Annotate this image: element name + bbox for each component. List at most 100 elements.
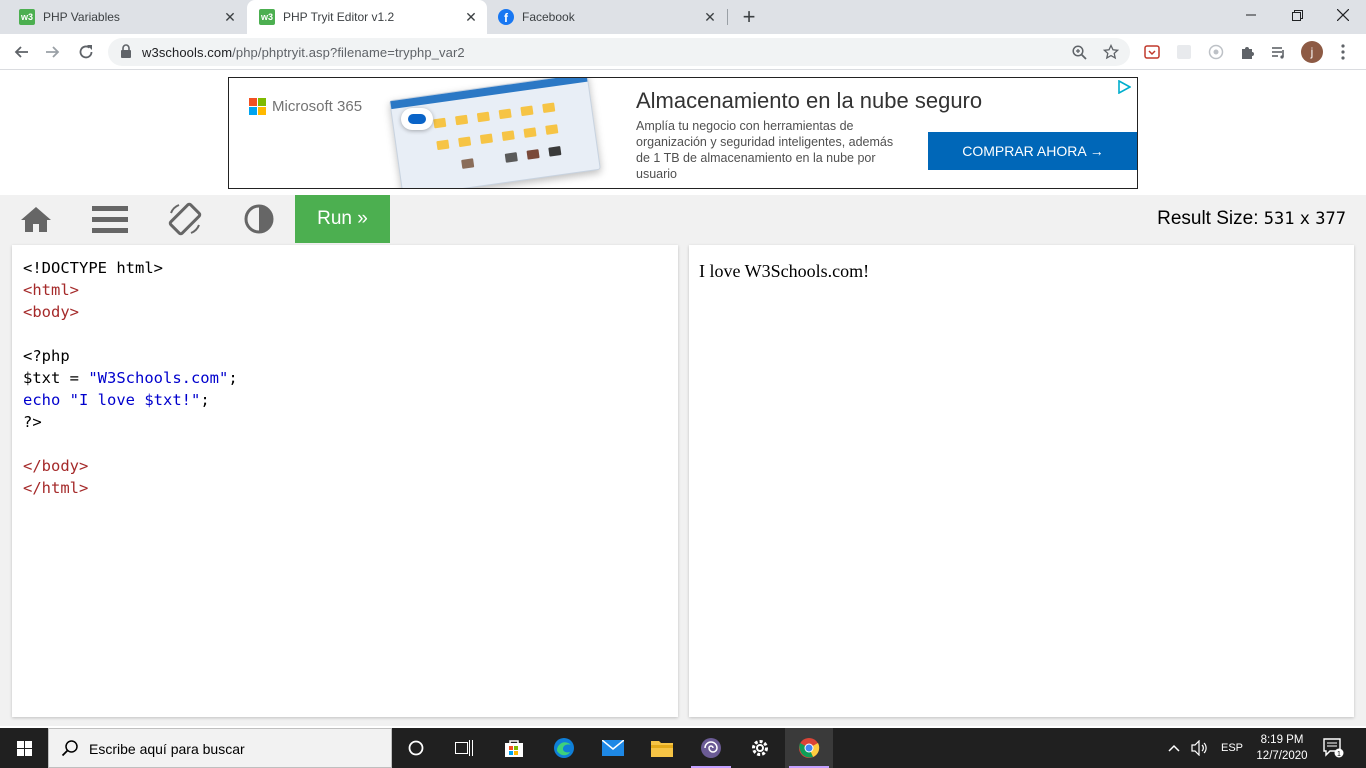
result-height: 377 [1315, 209, 1346, 229]
chrome-icon[interactable] [785, 728, 833, 768]
home-icon[interactable] [6, 195, 66, 243]
code-token: </html> [23, 479, 89, 497]
ad-buy-now-button[interactable]: COMPRAR AHORA → [928, 132, 1137, 170]
code-line: <?php [23, 345, 238, 367]
code-token: <!DOCTYPE html> [23, 259, 163, 277]
pocket-extension-icon[interactable] [1142, 42, 1162, 62]
zoom-icon[interactable] [1070, 43, 1088, 61]
w3schools-icon: w3 [259, 9, 275, 25]
close-icon[interactable]: ✕ [222, 9, 238, 25]
clock-time: 8:19 PM [1260, 734, 1304, 746]
ad-brand: Microsoft 365 [272, 98, 363, 115]
code-line: </body> [23, 455, 238, 477]
close-icon[interactable]: ✕ [702, 9, 718, 25]
mail-icon[interactable] [589, 728, 637, 768]
profile-avatar[interactable]: j [1301, 41, 1323, 63]
code-token: ; [200, 391, 210, 409]
cortana-icon[interactable] [392, 728, 440, 768]
adchoices-icon[interactable] [1117, 79, 1133, 96]
back-arrow-icon[interactable] [9, 40, 33, 64]
new-tab-button[interactable]: + [738, 4, 760, 29]
address-bar[interactable]: w3schools.com/php/phptryit.asp?filename=… [108, 38, 1130, 66]
taskbar-search-box[interactable]: Escribe aquí para buscar [48, 728, 392, 768]
file-explorer-icon[interactable] [638, 728, 686, 768]
code-token: ?> [23, 413, 42, 431]
code-line: <!DOCTYPE html> [23, 257, 238, 279]
microsoft-logo-icon [249, 98, 266, 115]
code-editor[interactable]: <!DOCTYPE html> <html> <body> <?php $txt = "… [12, 245, 678, 717]
code-text[interactable]: <!DOCTYPE html> <html> <body> <?php $txt = "… [23, 257, 238, 499]
media-queue-icon[interactable] [1269, 42, 1289, 62]
code-line: <html> [23, 279, 238, 301]
forward-arrow-icon[interactable] [41, 40, 65, 64]
search-placeholder: Escribe aquí para buscar [89, 741, 245, 757]
extension-circle-icon[interactable] [1206, 42, 1226, 62]
result-size-readout: Result Size: 531 x 377 [1157, 208, 1346, 230]
code-token: </body> [23, 457, 89, 475]
result-size-label: Result Size: [1157, 208, 1259, 229]
tab-title: Facebook [522, 10, 575, 24]
browser-toolbar: w3schools.com/php/phptryit.asp?filename=… [0, 34, 1366, 70]
code-line: $txt = "W3Schools.com"; [23, 367, 238, 389]
reload-icon[interactable] [74, 40, 98, 64]
task-view-icon[interactable] [440, 728, 488, 768]
tab-title: PHP Tryit Editor v1.2 [283, 10, 395, 24]
w3schools-icon: w3 [19, 9, 35, 25]
url-path: /php/phptryit.asp?filename=tryphp_var2 [232, 45, 465, 60]
clock-date: 12/7/2020 [1256, 750, 1308, 762]
tab-php-tryit-editor[interactable]: w3 PHP Tryit Editor v1.2 ✕ [247, 0, 487, 34]
code-token: ; [228, 369, 238, 387]
result-width: 531 [1263, 209, 1295, 229]
code-token: echo [23, 391, 70, 409]
restore-button[interactable] [1274, 0, 1320, 30]
onedrive-screenshot-image [389, 78, 601, 188]
lock-icon[interactable] [120, 44, 134, 60]
input-language-indicator[interactable]: ESP [1221, 728, 1243, 768]
close-icon[interactable]: ✕ [463, 9, 479, 25]
ad-body-text: Amplía tu negocio con herramientas de or… [636, 119, 894, 181]
microsoft-store-icon[interactable] [490, 728, 538, 768]
notification-count: 1 [1337, 751, 1341, 758]
tab-title: PHP Variables [43, 10, 120, 24]
settings-gear-icon[interactable] [736, 728, 784, 768]
code-line: echo "I love $txt!"; [23, 389, 238, 411]
code-line: <body> [23, 301, 238, 323]
minimize-button[interactable] [1228, 0, 1274, 30]
extensions-puzzle-icon[interactable] [1238, 42, 1258, 62]
tab-facebook[interactable]: f Facebook ✕ [488, 0, 726, 34]
code-line: </html> [23, 477, 238, 499]
tab-php-variables[interactable]: w3 PHP Variables ✕ [0, 0, 246, 34]
code-token: <html> [23, 281, 79, 299]
code-token: $txt = [23, 369, 89, 387]
search-icon [61, 739, 79, 757]
browser-tab-strip: w3 PHP Variables ✕ w3 PHP Tryit Editor v… [0, 0, 1366, 34]
result-frame[interactable]: I love W3Schools.com! [689, 245, 1354, 717]
result-size-separator: x [1299, 209, 1310, 229]
ad-headline: Almacenamiento en la nube seguro [636, 88, 983, 113]
result-output-text: I love W3Schools.com! [699, 261, 870, 281]
extension-placeholder-icon[interactable] [1174, 42, 1194, 62]
dark-mode-contrast-icon[interactable] [229, 195, 289, 243]
bookmark-star-icon[interactable] [1102, 43, 1120, 61]
tryit-workarea: <!DOCTYPE html> <html> <body> <?php $txt = "… [0, 243, 1366, 726]
app-spiral-icon[interactable] [687, 728, 735, 768]
edge-browser-icon[interactable] [540, 728, 588, 768]
advertisement-banner[interactable]: Microsoft 365 Almacenamiento en la nube … [228, 77, 1138, 189]
facebook-icon: f [498, 9, 514, 25]
close-window-button[interactable] [1320, 0, 1366, 30]
start-button[interactable] [0, 728, 48, 768]
microsoft-365-logo: Microsoft 365 [249, 98, 362, 115]
code-line: ?> [23, 411, 238, 433]
show-hidden-icons[interactable] [1168, 728, 1180, 768]
volume-icon[interactable] [1191, 728, 1209, 768]
url-text: w3schools.com/php/phptryit.asp?filename=… [142, 45, 465, 60]
run-button[interactable]: Run » [295, 195, 390, 243]
rotate-layout-icon[interactable] [155, 195, 215, 243]
system-clock[interactable]: 8:19 PM 12/7/2020 [1252, 732, 1312, 764]
action-center-icon[interactable]: 1 [1322, 736, 1344, 758]
more-menu-icon[interactable] [1333, 42, 1353, 62]
menu-icon[interactable] [80, 195, 140, 243]
url-host: w3schools.com [142, 45, 233, 60]
